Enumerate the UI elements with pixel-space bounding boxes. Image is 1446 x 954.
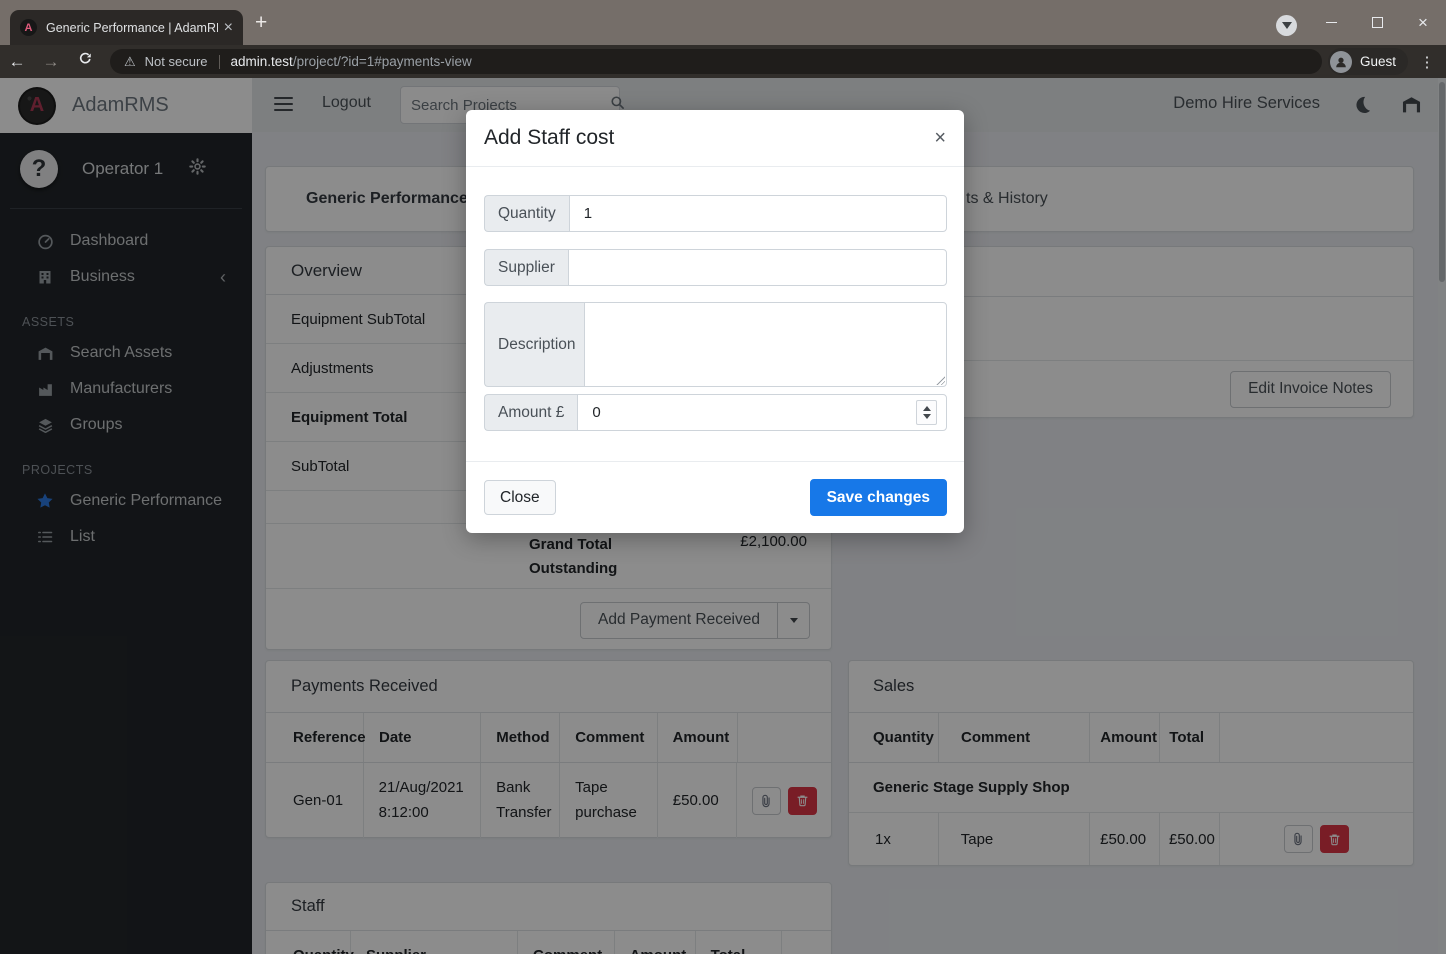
reload-button[interactable] [68, 52, 102, 72]
url-host: admin.test [231, 54, 293, 69]
modal-footer: Close Save changes [466, 461, 964, 533]
browser-profile-button[interactable]: Guest [1328, 48, 1408, 75]
modal-close-icon[interactable]: × [934, 127, 946, 150]
quantity-field-group: Quantity [484, 195, 947, 232]
supplier-input[interactable] [568, 249, 947, 286]
description-field-group: Description [484, 302, 947, 387]
forward-button[interactable]: → [34, 52, 68, 72]
url-path: /project/?id=1#payments-view [293, 54, 472, 69]
close-button[interactable]: Close [484, 480, 556, 515]
amount-label: Amount £ [484, 394, 577, 431]
browser-tab[interactable]: A Generic Performance | AdamRMS × [10, 10, 243, 45]
modal-title: Add Staff cost [484, 126, 614, 150]
browser-titlebar: A Generic Performance | AdamRMS × + × [0, 0, 1446, 45]
browser-update-icon[interactable] [1276, 15, 1297, 36]
divider [219, 55, 220, 69]
spinner-up-icon[interactable] [923, 406, 931, 411]
reload-icon [78, 52, 93, 67]
not-secure-warning-icon: ⚠ [124, 54, 136, 70]
modal-header: Add Staff cost × [466, 110, 964, 167]
number-spinner[interactable] [916, 400, 937, 425]
window-close-button[interactable]: × [1400, 0, 1446, 45]
window-minimize-button[interactable] [1308, 0, 1354, 45]
window-controls: × [1308, 0, 1446, 45]
adamrms-favicon-icon: A [20, 19, 37, 36]
quantity-input[interactable] [569, 195, 947, 232]
supplier-field-group: Supplier [484, 249, 947, 286]
minimize-icon [1326, 22, 1337, 23]
profile-avatar-icon [1330, 51, 1352, 73]
app-viewport: A AdamRMS ? Operator 1 [0, 78, 1446, 954]
description-textarea[interactable] [584, 302, 947, 387]
browser-window: A Generic Performance | AdamRMS × + × ← … [0, 0, 1446, 954]
tab-title: Generic Performance | AdamRMS [46, 21, 218, 35]
address-bar[interactable]: ⚠ Not secure admin.test /project/?id=1#p… [110, 49, 1322, 74]
new-tab-button[interactable]: + [255, 12, 267, 33]
profile-label: Guest [1360, 54, 1396, 69]
amount-field-group: Amount £ [484, 394, 947, 431]
security-label: Not secure [145, 54, 208, 69]
quantity-label: Quantity [484, 195, 569, 232]
browser-menu-button[interactable]: ⋮ [1414, 45, 1440, 78]
description-label: Description [484, 302, 584, 387]
window-maximize-button[interactable] [1354, 0, 1400, 45]
tab-close-icon[interactable]: × [224, 19, 233, 37]
spinner-down-icon[interactable] [923, 414, 931, 419]
arrow-down-icon [1282, 22, 1292, 29]
back-button[interactable]: ← [0, 52, 34, 72]
save-changes-button[interactable]: Save changes [810, 479, 947, 516]
browser-toolbar: ← → ⚠ Not secure admin.test /project/?id… [0, 45, 1446, 78]
amount-input[interactable] [577, 394, 947, 431]
maximize-icon [1372, 17, 1383, 28]
modal-body: Quantity Supplier Description Amount £ [466, 167, 964, 431]
add-staff-cost-modal: Add Staff cost × Quantity Supplier Descr… [466, 110, 964, 533]
supplier-label: Supplier [484, 249, 568, 286]
close-icon: × [1418, 13, 1428, 33]
